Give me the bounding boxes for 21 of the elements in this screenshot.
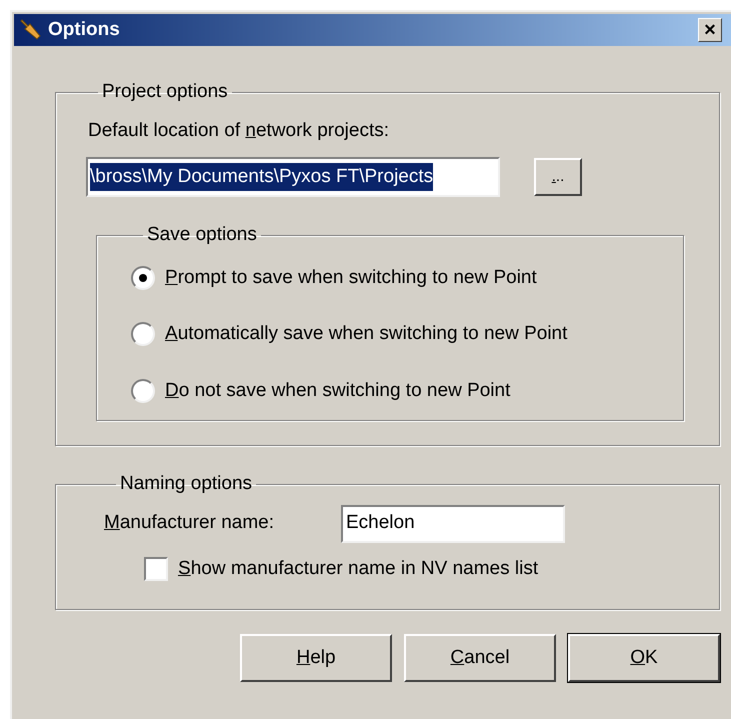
group-title: Save options bbox=[146, 223, 258, 247]
manufacturer-label: Manufacturer name: bbox=[104, 511, 276, 536]
browse-button[interactable]: ... bbox=[534, 158, 582, 196]
radio-button[interactable] bbox=[131, 266, 155, 290]
manufacturer-field[interactable]: Echelon bbox=[341, 504, 565, 542]
group-title: Project options bbox=[101, 80, 229, 104]
dialog-button[interactable]: Help bbox=[240, 634, 392, 682]
checkbox-label: Show manufacturer name in NV names list bbox=[178, 556, 538, 580]
dialog-button[interactable]: OK bbox=[568, 634, 720, 682]
checkbox[interactable] bbox=[144, 556, 168, 581]
group-title: Naming options bbox=[119, 472, 254, 496]
radio-label: Do not save when switching to new Point bbox=[165, 378, 510, 402]
radio-button[interactable] bbox=[131, 322, 155, 346]
window-title: Options bbox=[48, 18, 120, 42]
location-field[interactable]: \bross\My Documents\Pyxos FT\Projects bbox=[86, 157, 500, 197]
close-button[interactable]: × bbox=[698, 18, 722, 42]
radio-label: Automatically save when switching to new Point bbox=[165, 322, 568, 346]
location-label: Default location of network projects: bbox=[88, 118, 390, 142]
radio-button[interactable] bbox=[131, 378, 155, 403]
dialog-button[interactable]: Cancel bbox=[404, 634, 556, 682]
radio-label: Prompt to save when switching to new Point bbox=[165, 266, 537, 290]
